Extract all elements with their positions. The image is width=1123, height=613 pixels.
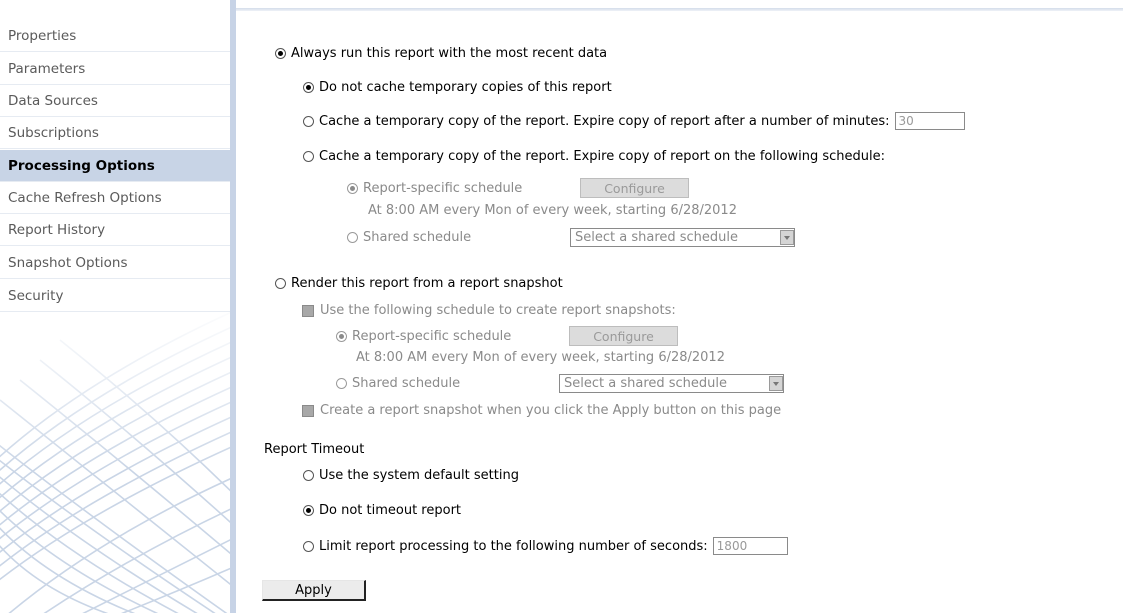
- sidebar-item-parameters[interactable]: Parameters: [0, 53, 230, 85]
- snapshot-create-on-apply-checkbox[interactable]: [302, 404, 314, 417]
- sidebar-item-snapshot-options[interactable]: Snapshot Options: [0, 247, 230, 279]
- option-no-timeout[interactable]: Do not timeout report: [303, 503, 461, 518]
- sidebar-item-cache-refresh-options[interactable]: Cache Refresh Options: [0, 182, 230, 214]
- snapshot-use-schedule-row[interactable]: Use the following schedule to create rep…: [302, 303, 676, 318]
- always-recent-label: Always run this report with the most rec…: [291, 46, 608, 61]
- cache-schedule-text: At 8:00 AM every Mon of every week, star…: [368, 203, 737, 218]
- sidebar-background-pattern: [0, 300, 230, 613]
- no-timeout-radio[interactable]: [303, 505, 314, 516]
- snapshot-report-specific-row[interactable]: Report-specific schedule Configure: [336, 326, 678, 346]
- sidebar-item-data-sources[interactable]: Data Sources: [0, 85, 230, 117]
- apply-button[interactable]: Apply: [262, 580, 366, 601]
- sidebar-item-subscriptions[interactable]: Subscriptions: [0, 117, 230, 149]
- cache-schedule-radio[interactable]: [303, 151, 314, 162]
- cache-shared-row[interactable]: Shared schedule Select a shared schedule: [347, 228, 795, 247]
- cache-report-specific-label: Report-specific schedule: [363, 180, 523, 196]
- snapshot-shared-select-value: Select a shared schedule: [564, 376, 728, 391]
- cache-minutes-label: Cache a temporary copy of the report. Ex…: [319, 113, 890, 129]
- cache-minutes-radio[interactable]: [303, 115, 314, 127]
- cache-schedule-label: Cache a temporary copy of the report. Ex…: [319, 149, 886, 164]
- sidebar-item-security[interactable]: Security: [0, 280, 230, 312]
- option-cache-schedule[interactable]: Cache a temporary copy of the report. Ex…: [303, 149, 885, 164]
- snapshot-create-on-apply-label: Create a report snapshot when you click …: [320, 403, 782, 418]
- cache-minutes-input[interactable]: 30: [894, 112, 965, 130]
- chevron-down-icon[interactable]: [780, 230, 794, 245]
- snapshot-shared-select[interactable]: Select a shared schedule: [559, 374, 784, 393]
- no-cache-radio[interactable]: [303, 82, 314, 93]
- snapshot-use-schedule-checkbox[interactable]: [302, 304, 314, 317]
- sidebar-item-properties[interactable]: Properties: [0, 20, 230, 52]
- system-default-radio[interactable]: [303, 470, 314, 481]
- option-no-cache[interactable]: Do not cache temporary copies of this re…: [303, 80, 612, 95]
- limit-seconds-input[interactable]: 1800: [712, 537, 788, 555]
- system-default-label: Use the system default setting: [319, 468, 519, 483]
- cache-shared-select[interactable]: Select a shared schedule: [570, 228, 795, 247]
- limit-seconds-radio[interactable]: [303, 540, 314, 552]
- snapshot-report-specific-label: Report-specific schedule: [352, 328, 512, 344]
- render-snapshot-radio[interactable]: [275, 278, 286, 289]
- chevron-down-icon[interactable]: [769, 376, 783, 391]
- header-band: [236, 8, 1123, 11]
- cache-report-specific-radio[interactable]: [347, 182, 358, 194]
- snapshot-use-schedule-label: Use the following schedule to create rep…: [320, 303, 676, 318]
- cache-shared-radio[interactable]: [347, 232, 358, 243]
- render-snapshot-label: Render this report from a report snapsho…: [291, 276, 563, 291]
- snapshot-configure-button[interactable]: Configure: [569, 326, 678, 346]
- cache-shared-select-value: Select a shared schedule: [575, 230, 739, 245]
- snapshot-shared-label: Shared schedule: [352, 376, 461, 391]
- limit-seconds-label: Limit report processing to the following…: [319, 538, 708, 554]
- always-recent-radio[interactable]: [275, 48, 286, 59]
- no-cache-label: Do not cache temporary copies of this re…: [319, 80, 612, 95]
- no-timeout-label: Do not timeout report: [319, 503, 462, 518]
- option-always-recent[interactable]: Always run this report with the most rec…: [275, 46, 607, 61]
- snapshot-shared-row[interactable]: Shared schedule Select a shared schedule: [336, 374, 784, 393]
- sidebar-nav: Properties Parameters Data Sources Subsc…: [0, 0, 230, 613]
- option-system-default[interactable]: Use the system default setting: [303, 468, 519, 483]
- option-limit-seconds[interactable]: Limit report processing to the following…: [303, 537, 788, 555]
- sidebar-item-processing-options[interactable]: Processing Options: [0, 150, 230, 182]
- cache-configure-button[interactable]: Configure: [580, 178, 689, 198]
- report-timeout-heading: Report Timeout: [264, 442, 365, 457]
- option-cache-minutes[interactable]: Cache a temporary copy of the report. Ex…: [303, 112, 965, 130]
- snapshot-create-on-apply-row[interactable]: Create a report snapshot when you click …: [302, 403, 781, 418]
- sidebar-divider: [230, 0, 236, 613]
- cache-report-specific-row[interactable]: Report-specific schedule Configure: [347, 178, 689, 198]
- snapshot-schedule-text: At 8:00 AM every Mon of every week, star…: [356, 350, 725, 365]
- option-render-snapshot[interactable]: Render this report from a report snapsho…: [275, 276, 563, 291]
- cache-shared-label: Shared schedule: [363, 230, 472, 245]
- snapshot-shared-radio[interactable]: [336, 378, 347, 389]
- sidebar-item-report-history[interactable]: Report History: [0, 214, 230, 246]
- snapshot-report-specific-radio[interactable]: [336, 330, 347, 342]
